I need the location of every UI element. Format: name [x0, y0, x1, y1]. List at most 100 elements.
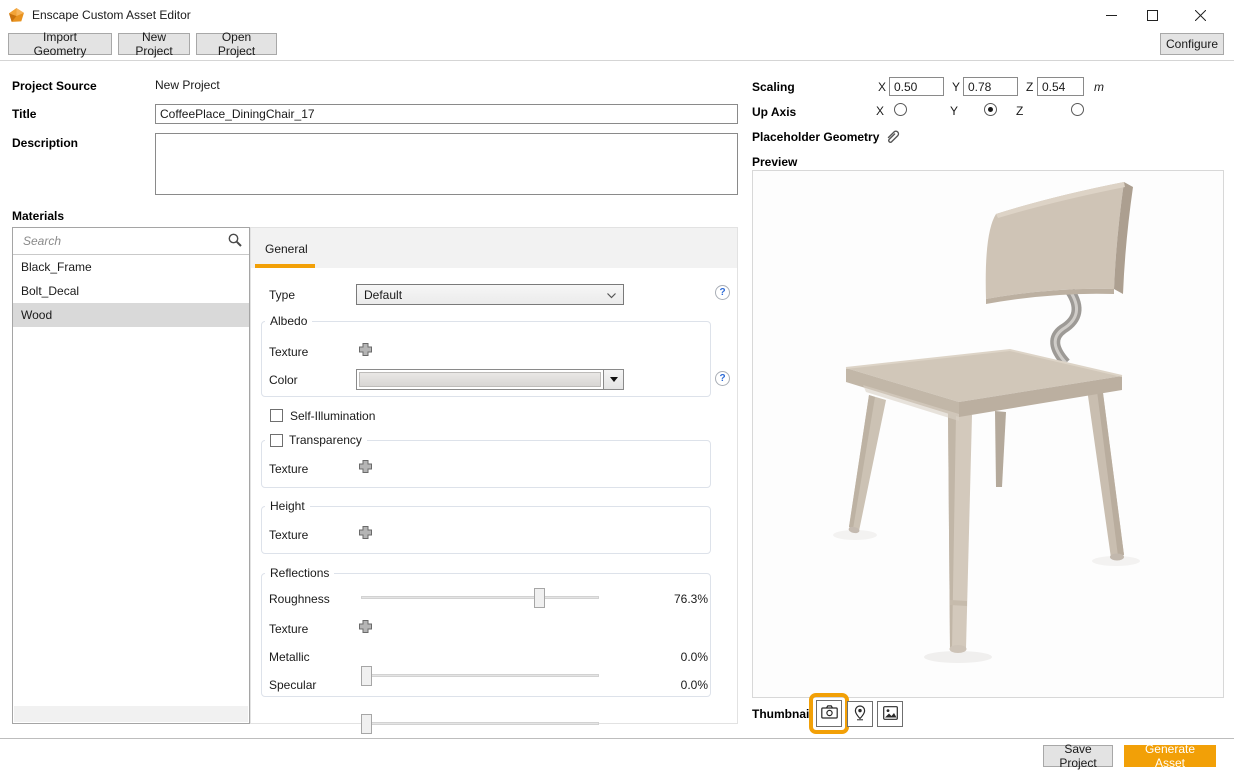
- roughness-label: Roughness: [269, 592, 330, 606]
- new-project-button[interactable]: New Project: [118, 33, 190, 55]
- title-label: Title: [12, 107, 36, 121]
- material-properties-panel: General Type Default ? Albedo Texture Co…: [250, 227, 738, 724]
- scaling-unit: m: [1094, 80, 1104, 94]
- tab-general[interactable]: General: [265, 242, 308, 256]
- search-icon: [227, 232, 243, 251]
- up-axis-z-radio[interactable]: [1071, 103, 1084, 116]
- search-input[interactable]: [19, 233, 227, 249]
- slider-track: [361, 674, 599, 677]
- scaling-z-input[interactable]: [1037, 77, 1084, 96]
- slider-thumb[interactable]: [361, 714, 372, 734]
- materials-scrollbar[interactable]: [14, 706, 248, 722]
- enscape-custom-asset-editor-window: Enscape Custom Asset Editor Import Geome…: [0, 0, 1234, 771]
- material-item[interactable]: Black_Frame: [13, 255, 249, 279]
- add-texture-icon[interactable]: [358, 342, 373, 360]
- self-illumination-checkbox[interactable]: [270, 409, 283, 422]
- window-title: Enscape Custom Asset Editor: [32, 8, 191, 22]
- preview-chair: [753, 171, 1223, 697]
- generate-asset-button[interactable]: Generate Asset: [1124, 745, 1216, 767]
- metallic-label: Metallic: [269, 650, 310, 664]
- specular-label: Specular: [269, 678, 316, 692]
- thumbnail-label: Thumbnail: [752, 707, 813, 721]
- title-bar: Enscape Custom Asset Editor: [0, 0, 1234, 30]
- description-input[interactable]: [155, 133, 738, 195]
- reflections-texture-label: Texture: [269, 622, 308, 636]
- slider-thumb[interactable]: [361, 666, 372, 686]
- scaling-z-label: Z: [1026, 80, 1033, 94]
- type-dropdown[interactable]: Default: [356, 284, 624, 305]
- material-item[interactable]: Wood: [13, 303, 249, 327]
- albedo-color-label: Color: [269, 373, 298, 387]
- slider-thumb[interactable]: [534, 588, 545, 608]
- materials-heading: Materials: [12, 209, 64, 223]
- type-label: Type: [269, 288, 295, 302]
- albedo-texture-label: Texture: [269, 345, 308, 359]
- scaling-y-label: Y: [952, 80, 960, 94]
- up-axis-y-radio[interactable]: [984, 103, 997, 116]
- thumbnail-highlight-ring: [809, 693, 849, 734]
- roughness-slider[interactable]: [361, 588, 599, 608]
- add-texture-icon[interactable]: [358, 619, 373, 637]
- height-texture-label: Texture: [269, 528, 308, 542]
- description-label: Description: [12, 136, 78, 150]
- add-texture-icon[interactable]: [358, 459, 373, 477]
- tab-general-active-underline: [255, 264, 315, 268]
- app-logo-icon: [8, 7, 25, 27]
- specular-slider[interactable]: [361, 714, 599, 734]
- transparency-checkbox[interactable]: [270, 434, 283, 447]
- minimize-button[interactable]: [1088, 0, 1134, 30]
- close-button[interactable]: [1177, 0, 1223, 30]
- materials-list: Black_Frame Bolt_Decal Wood: [12, 227, 250, 724]
- image-thumbnail-button[interactable]: [877, 701, 903, 727]
- footer-separator: [0, 738, 1234, 739]
- preview-label: Preview: [752, 155, 797, 169]
- color-swatch: [359, 372, 601, 387]
- title-input[interactable]: [155, 104, 738, 124]
- type-help-icon[interactable]: ?: [715, 285, 730, 300]
- slider-track: [361, 596, 599, 599]
- up-axis-x-radio[interactable]: [894, 103, 907, 116]
- material-item[interactable]: Bolt_Decal: [13, 279, 249, 303]
- project-source-value: New Project: [155, 78, 220, 92]
- configure-button[interactable]: Configure: [1160, 33, 1224, 55]
- placeholder-geometry-label: Placeholder Geometry: [752, 130, 879, 144]
- save-project-button[interactable]: Save Project: [1043, 745, 1113, 767]
- up-axis-y-label: Y: [950, 104, 958, 118]
- scaling-label: Scaling: [752, 80, 795, 94]
- albedo-legend: Albedo: [265, 314, 312, 328]
- up-axis-z-label: Z: [1016, 104, 1023, 118]
- open-project-button[interactable]: Open Project: [196, 33, 277, 55]
- self-illumination-label: Self-Illumination: [290, 409, 375, 423]
- up-axis-label: Up Axis: [752, 105, 796, 119]
- albedo-color-dropdown[interactable]: [356, 369, 624, 390]
- metallic-slider[interactable]: [361, 666, 599, 686]
- project-source-label: Project Source: [12, 79, 97, 93]
- height-legend: Height: [265, 499, 310, 513]
- up-axis-x-label: X: [876, 104, 884, 118]
- tab-strip: [251, 228, 737, 268]
- add-texture-icon[interactable]: [358, 525, 373, 543]
- viewpoint-thumbnail-button[interactable]: [847, 701, 873, 727]
- transparency-legend: Transparency: [265, 433, 367, 447]
- maximize-button[interactable]: [1129, 0, 1175, 30]
- transparency-legend-label: Transparency: [289, 433, 362, 447]
- scaling-x-input[interactable]: [889, 77, 944, 96]
- dropdown-arrow-icon[interactable]: [603, 370, 623, 389]
- toolbar-separator: [0, 60, 1234, 61]
- height-group: [261, 506, 711, 554]
- slider-track: [361, 722, 599, 725]
- transparency-texture-label: Texture: [269, 462, 308, 476]
- reflections-legend: Reflections: [265, 566, 334, 580]
- transparency-group: [261, 440, 711, 488]
- preview-viewport[interactable]: [752, 170, 1224, 698]
- import-geometry-button[interactable]: Import Geometry: [8, 33, 112, 55]
- map-pin-icon: [853, 705, 867, 724]
- metallic-value: 0.0%: [631, 650, 708, 664]
- paperclip-icon[interactable]: [884, 128, 901, 148]
- roughness-value: 76.3%: [631, 592, 708, 606]
- color-help-icon[interactable]: ?: [715, 371, 730, 386]
- scaling-y-input[interactable]: [963, 77, 1018, 96]
- scaling-x-label: X: [878, 80, 886, 94]
- type-value: Default: [364, 288, 607, 302]
- image-icon: [883, 706, 898, 723]
